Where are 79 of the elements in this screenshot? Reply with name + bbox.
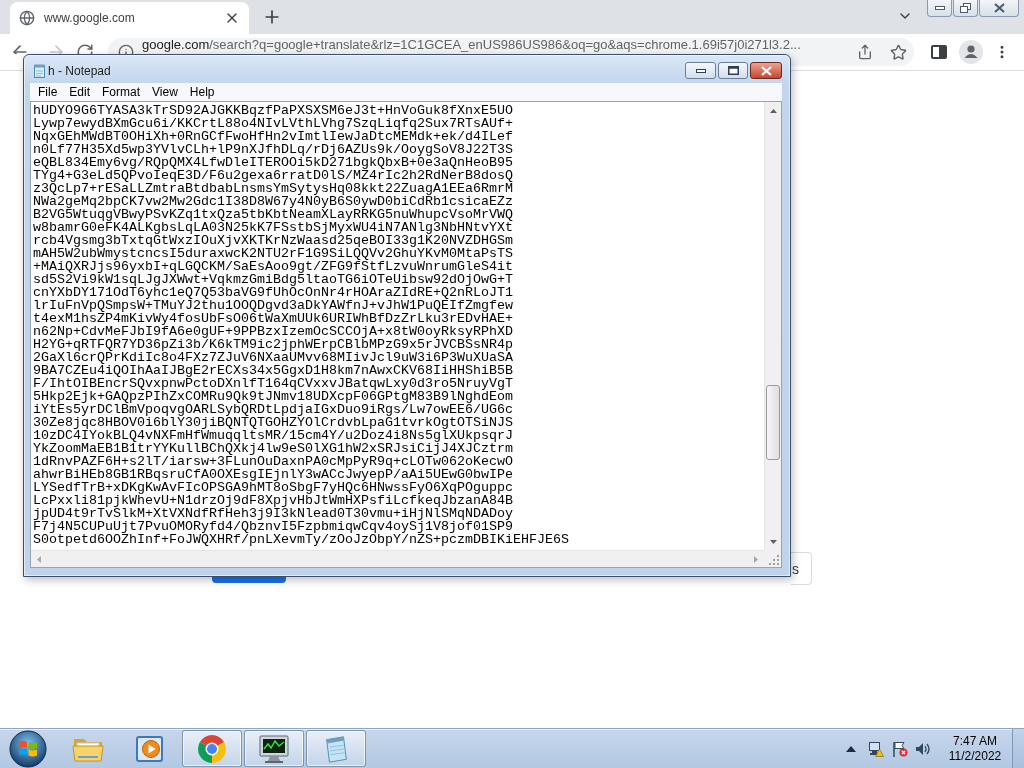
text-line: sd5S2Vi9kW1sqLJgJXWwt+VqkmzGmiBdg5ltaoTG6iOTeUibsw92dOjOwG+T <box>33 273 513 286</box>
text-line: F/IhtOIBEncrSQvxpnwPctoDXnlfT164qCVxxvJBatqwLxy0d3ro5NruyVgT <box>33 377 513 390</box>
info-icon[interactable] <box>118 44 134 54</box>
text-line: 30Ze8jqc8HBOV0i6blY30jiBQNTQTGOHZYOlCrdvbLpaG1tvrkOgtOTSiNJS <box>33 416 513 429</box>
scroll-down-icon[interactable] <box>769 539 777 544</box>
minimize-button[interactable] <box>927 0 952 17</box>
text-line: YkZoomMaEB1B1trYYKullBChQXkj4lw9eS0lXG1hW2xSRJsiCijJ4XJCztrm <box>33 442 513 455</box>
text-line: Lywp7ewydBXmGcu6i/KKCrtL88o4NIvLVthLVhg7SzqLiqfq2Sux7RTsAUf+ <box>33 117 513 130</box>
text-line: LYSedfTrB+xDKgKwAvFIcOPSGA9hMT8oSbgF7yHQc6HNwssFyO6XqPOguppc <box>33 481 513 494</box>
text-line: TYg4+G3eLd5QPvoIeqE3D/F6u2gexa6rratD0lS/MZ4rIc2h2RdNerB8dosQ <box>33 169 513 182</box>
taskbar-button[interactable] <box>244 730 304 767</box>
tab-title: www.google.com <box>44 11 136 25</box>
scroll-up-icon[interactable] <box>769 108 777 113</box>
minimize-icon <box>695 68 706 73</box>
browser-tab[interactable]: www.google.com <box>10 2 249 34</box>
menu-item[interactable]: View <box>146 83 184 101</box>
menu-item[interactable]: Edit <box>63 83 97 101</box>
scrollbar-thumb[interactable] <box>766 385 780 460</box>
star-icon[interactable] <box>890 43 907 61</box>
text-line: F7j4N5CUPuUjt7PvuOMORyfd4/QbznvI5FzpbmiqwCqv4oySj1V8jof01SP9 <box>33 520 513 533</box>
text-line: w8bamrG0eFK4ALKgbsLqLA03N25kK7FSstbSjMyxWU4iN7ANlg3NbHNtvYXt <box>33 221 513 234</box>
text-line: z3QcLp7+rESaLLZmtraBtdbabLnsmsYmSytysHq08kkt22ZuagA1EEa6RmrM <box>33 182 513 195</box>
text-line: 2GaXl6crQPrKdiIc8o4FXz7ZJuV6NXaaUMvv68MIivJcl9uW3i6P3WuXUaSA <box>33 351 513 364</box>
share-icon[interactable] <box>857 44 873 60</box>
text-line: +MAiQXRJjs96yxbI+qLGQCKM/SaEsAoo9gt/ZFG9fStfLzvuWnrumGleS4it <box>33 260 513 273</box>
text-line: 1dRnvPAZF6H+s2lT/iarsw+3FLunOuDaxnPA0cMpPyR9q+cLOTw062oKecwO <box>33 455 513 468</box>
vertical-scrollbar[interactable] <box>764 102 781 550</box>
text-line: 10zDC4IYokBLQ4vNXFmHfWmuqqltsMR/15cm4Y/u2Doz4i8Ns5glXUkpsqrJ <box>33 429 513 442</box>
close-icon <box>993 3 1005 13</box>
text-line: LcPxxli81pjkWhevU+N1drzOj9dF8XpjvHbJtWmHXPsfiLcfkeqJbzanA84B <box>33 494 513 507</box>
start-orb-icon[interactable] <box>9 729 47 768</box>
text-line: cnYXbDY171OdT6yhc1eQ7Q53baVG9fUhOcOnNr4rHOAraZIdRE+Q2nRLoJT1 <box>33 286 513 299</box>
size-grip-icon[interactable] <box>769 555 779 565</box>
text-line: jpUD4t9rTvSlkM+XtVXNdfRfHeh3j9I3kNlead0T30vmu+iHjNlSMqNDADoy <box>33 507 513 520</box>
minimize-button[interactable] <box>685 62 716 79</box>
restore-button[interactable] <box>953 0 978 17</box>
window-title: h - Notepad <box>48 63 111 79</box>
text-line: mAH5W2ubWmystcncsI5duraxwcK2NTU2rF1G9SiLQQVv2GhuYKvM0MtaPsTS <box>33 247 513 260</box>
notepad-icon <box>34 64 45 78</box>
text-line: rcb4Vgsmg3bTxtqGtWxzIOuXjvXKTKrNzWaasd25qeBOI33g1K20NVZDHGSm <box>33 234 513 247</box>
restore-icon <box>960 3 971 13</box>
caret-up-icon[interactable] <box>846 745 856 752</box>
close-button[interactable] <box>979 0 1019 17</box>
text-line: NqxGEhMWdBT0OHiXh+0RnGCfFwoHfHn2vImtlIewJaDtcMEMdk+ek/d4ILef <box>33 130 513 143</box>
text-line: hUDYO9G6TYASA3kTrSD92AJGKKBqzfPaPXSXSM6eJ3t+HnVoGuk8fXnxE5UO <box>33 104 513 117</box>
chrome-icon <box>196 732 228 765</box>
menu-item[interactable]: Help <box>183 83 221 101</box>
text-line: S0otpetd6OOZhInf+FoJWQXHRf/pnLXevmTy/zOoJzObpY/nZS+pczmDBIKiEHFJE6S <box>33 533 569 546</box>
monitor-warning-icon[interactable] <box>868 740 884 757</box>
text-line: B2VG5WtuqgVBwyPSvKZq1txQza5tbKbtNeamXLayRRKG5nuWhupcVsoMrVWQ <box>33 208 513 221</box>
minimize-icon <box>934 6 945 10</box>
text-line: n0Lf77H35Xd5wp3YVlvCLh+lP9nXJfhDLq/rDj6AZUs9k/OoygSoV8J22T3S <box>33 143 513 156</box>
reload-icon[interactable] <box>76 43 94 54</box>
text-line: n62Np+CdvMeFJbI9fA6e0gUF+9PPBzxIzemOcSCCOjA+x8tW0oyRksyRPhXD <box>33 325 513 338</box>
text-line: NWa2geMq2bpCK7vw2Mw2Gdc1I38D8W67y4N0yB6S0ywD0biCdRb1csicaEZz <box>33 195 513 208</box>
monitor-chart-icon <box>257 733 291 764</box>
clock-date: 11/2/2022 <box>948 748 1002 764</box>
text-line: 9BA7CZEu4iQOIhAaIJBgE2rECXs34x5GgxD1H8km7nAwxCKV68IiHHShiB5B <box>33 364 513 377</box>
text-line: lrIuFnVpQSmpsW+TMuYJ2thu1OOQDgvd3aDkYAWfnJ+vJhW1PuQEIfZmgfew <box>33 299 513 312</box>
text-line: t4exM1hsZP4mKivWy4fosUbFsO06tWaXmUUk6URIWhBfDzZrLku3rEDvHAE+ <box>33 312 513 325</box>
text-line: eQBL834Emy6vg/RQpQMX4LfwDleITEROOi5kD271bgkQbxB+0e3aQnHeoB95 <box>33 156 513 169</box>
url-text: google.com/search?q=google+translate&rlz=1C1GCEA_enUS986US986&oq=go&aqs=chrome.1.69i57j0i271l3.2... <box>142 38 802 52</box>
close-icon <box>760 65 772 76</box>
text-line: 5Hkp2Ejk+GAQpzPIhZxCOMRu9Qk9tJNmv18UDXcpF06GPtgM83B9lNghdEom <box>33 390 513 403</box>
close-button[interactable] <box>750 62 782 79</box>
text-line: H2YG+qRTFQR7YD36pZi3b/K6kTM9ic2jphWErpCBlbMPzG9x5rJVCBSsNR4p <box>33 338 513 351</box>
maximize-button[interactable] <box>718 62 748 79</box>
page-button[interactable]: s <box>791 552 812 585</box>
clock-time: 7:47 AM <box>953 733 997 749</box>
menu-item[interactable]: Format <box>96 83 147 101</box>
menu-item[interactable]: File <box>32 83 64 101</box>
avatar-icon[interactable] <box>959 40 983 64</box>
media-player-icon <box>135 733 165 764</box>
text-line: ahwrBiHEb8GB1RBqsruCfA0OXEsgIEjnlY3wACcJwyepP/aAi5UEwG0bwIPe <box>33 468 513 481</box>
text-line: iYtEs5yrDClBmVpoqvgOARLSybQRDtLpdjaIGxDuo9iRgs/Lw7owEE6/UG6c <box>33 403 513 416</box>
side-panel-icon[interactable] <box>931 44 947 60</box>
flag-icon[interactable] <box>892 740 908 757</box>
globe-icon <box>19 10 35 26</box>
window-icon <box>727 66 739 75</box>
